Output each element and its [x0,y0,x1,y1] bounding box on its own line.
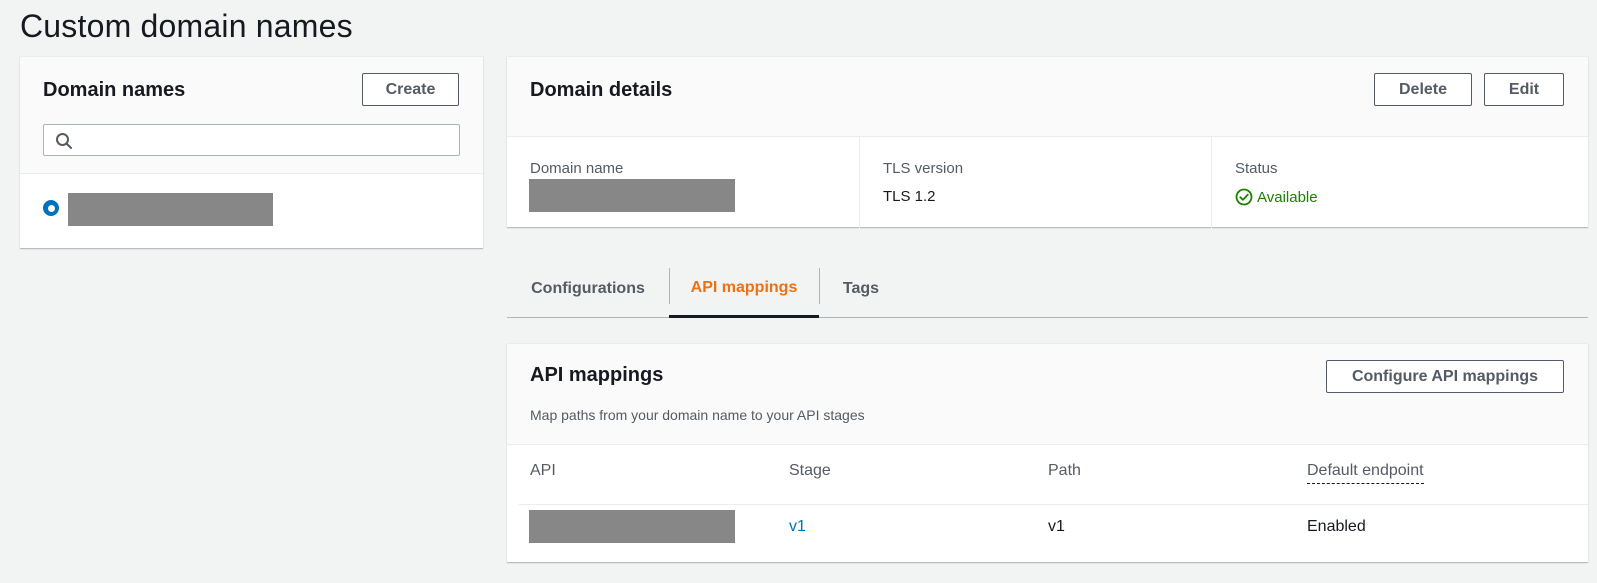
status-text: Available [1257,188,1318,206]
column-header-api: API [530,462,556,479]
domain-details-header: Domain details Delete Edit [507,57,1588,137]
domain-names-panel: Domain names Create [20,56,483,248]
page-title: Custom domain names [20,8,353,44]
tab-api-mappings[interactable]: API mappings [669,260,819,318]
domain-names-heading: Domain names [43,79,186,101]
edit-button[interactable]: Edit [1484,73,1564,106]
detail-tabs: Configurations API mappings Tags [507,260,1588,318]
column-header-default-endpoint[interactable]: Default endpoint [1307,462,1424,484]
tls-version-label: TLS version [883,160,964,177]
domain-search-field[interactable] [43,124,460,156]
check-circle-icon [1235,188,1253,206]
stage-link[interactable]: v1 [789,518,806,536]
api-mappings-header: API mappings Map paths from your domain … [507,344,1588,445]
redacted-domain-name[interactable] [68,193,273,226]
configure-api-mappings-button[interactable]: Configure API mappings [1326,360,1564,393]
tls-version-value: TLS 1.2 [883,188,936,205]
path-cell: v1 [1048,518,1065,535]
search-icon [56,133,72,149]
status-label: Status [1235,160,1278,177]
domain-name-column: Domain name [507,137,859,228]
column-header-stage: Stage [789,462,831,479]
domain-names-header: Domain names Create [20,57,483,174]
redacted-domain-value [529,179,735,212]
table-row-divider [519,504,1588,505]
default-endpoint-cell: Enabled [1307,518,1366,535]
domain-radio-selected[interactable] [43,200,59,216]
domain-name-label: Domain name [530,160,624,177]
column-header-path: Path [1048,462,1081,479]
delete-button[interactable]: Delete [1374,73,1472,106]
tab-configurations[interactable]: Configurations [507,260,669,318]
api-mappings-panel: API mappings Map paths from your domain … [507,343,1588,562]
domain-search-input[interactable] [82,129,452,151]
redacted-api-name [529,510,735,543]
status-column: Status Available [1211,137,1588,228]
api-mappings-heading: API mappings [530,364,664,386]
tls-version-column: TLS version TLS 1.2 [859,137,1211,228]
domain-details-heading: Domain details [530,79,673,101]
create-button[interactable]: Create [362,73,459,106]
tab-tags[interactable]: Tags [819,260,903,318]
status-value: Available [1235,188,1318,206]
api-mappings-description: Map paths from your domain name to your … [530,407,865,423]
domain-details-panel: Domain details Delete Edit Domain name T… [507,56,1588,228]
